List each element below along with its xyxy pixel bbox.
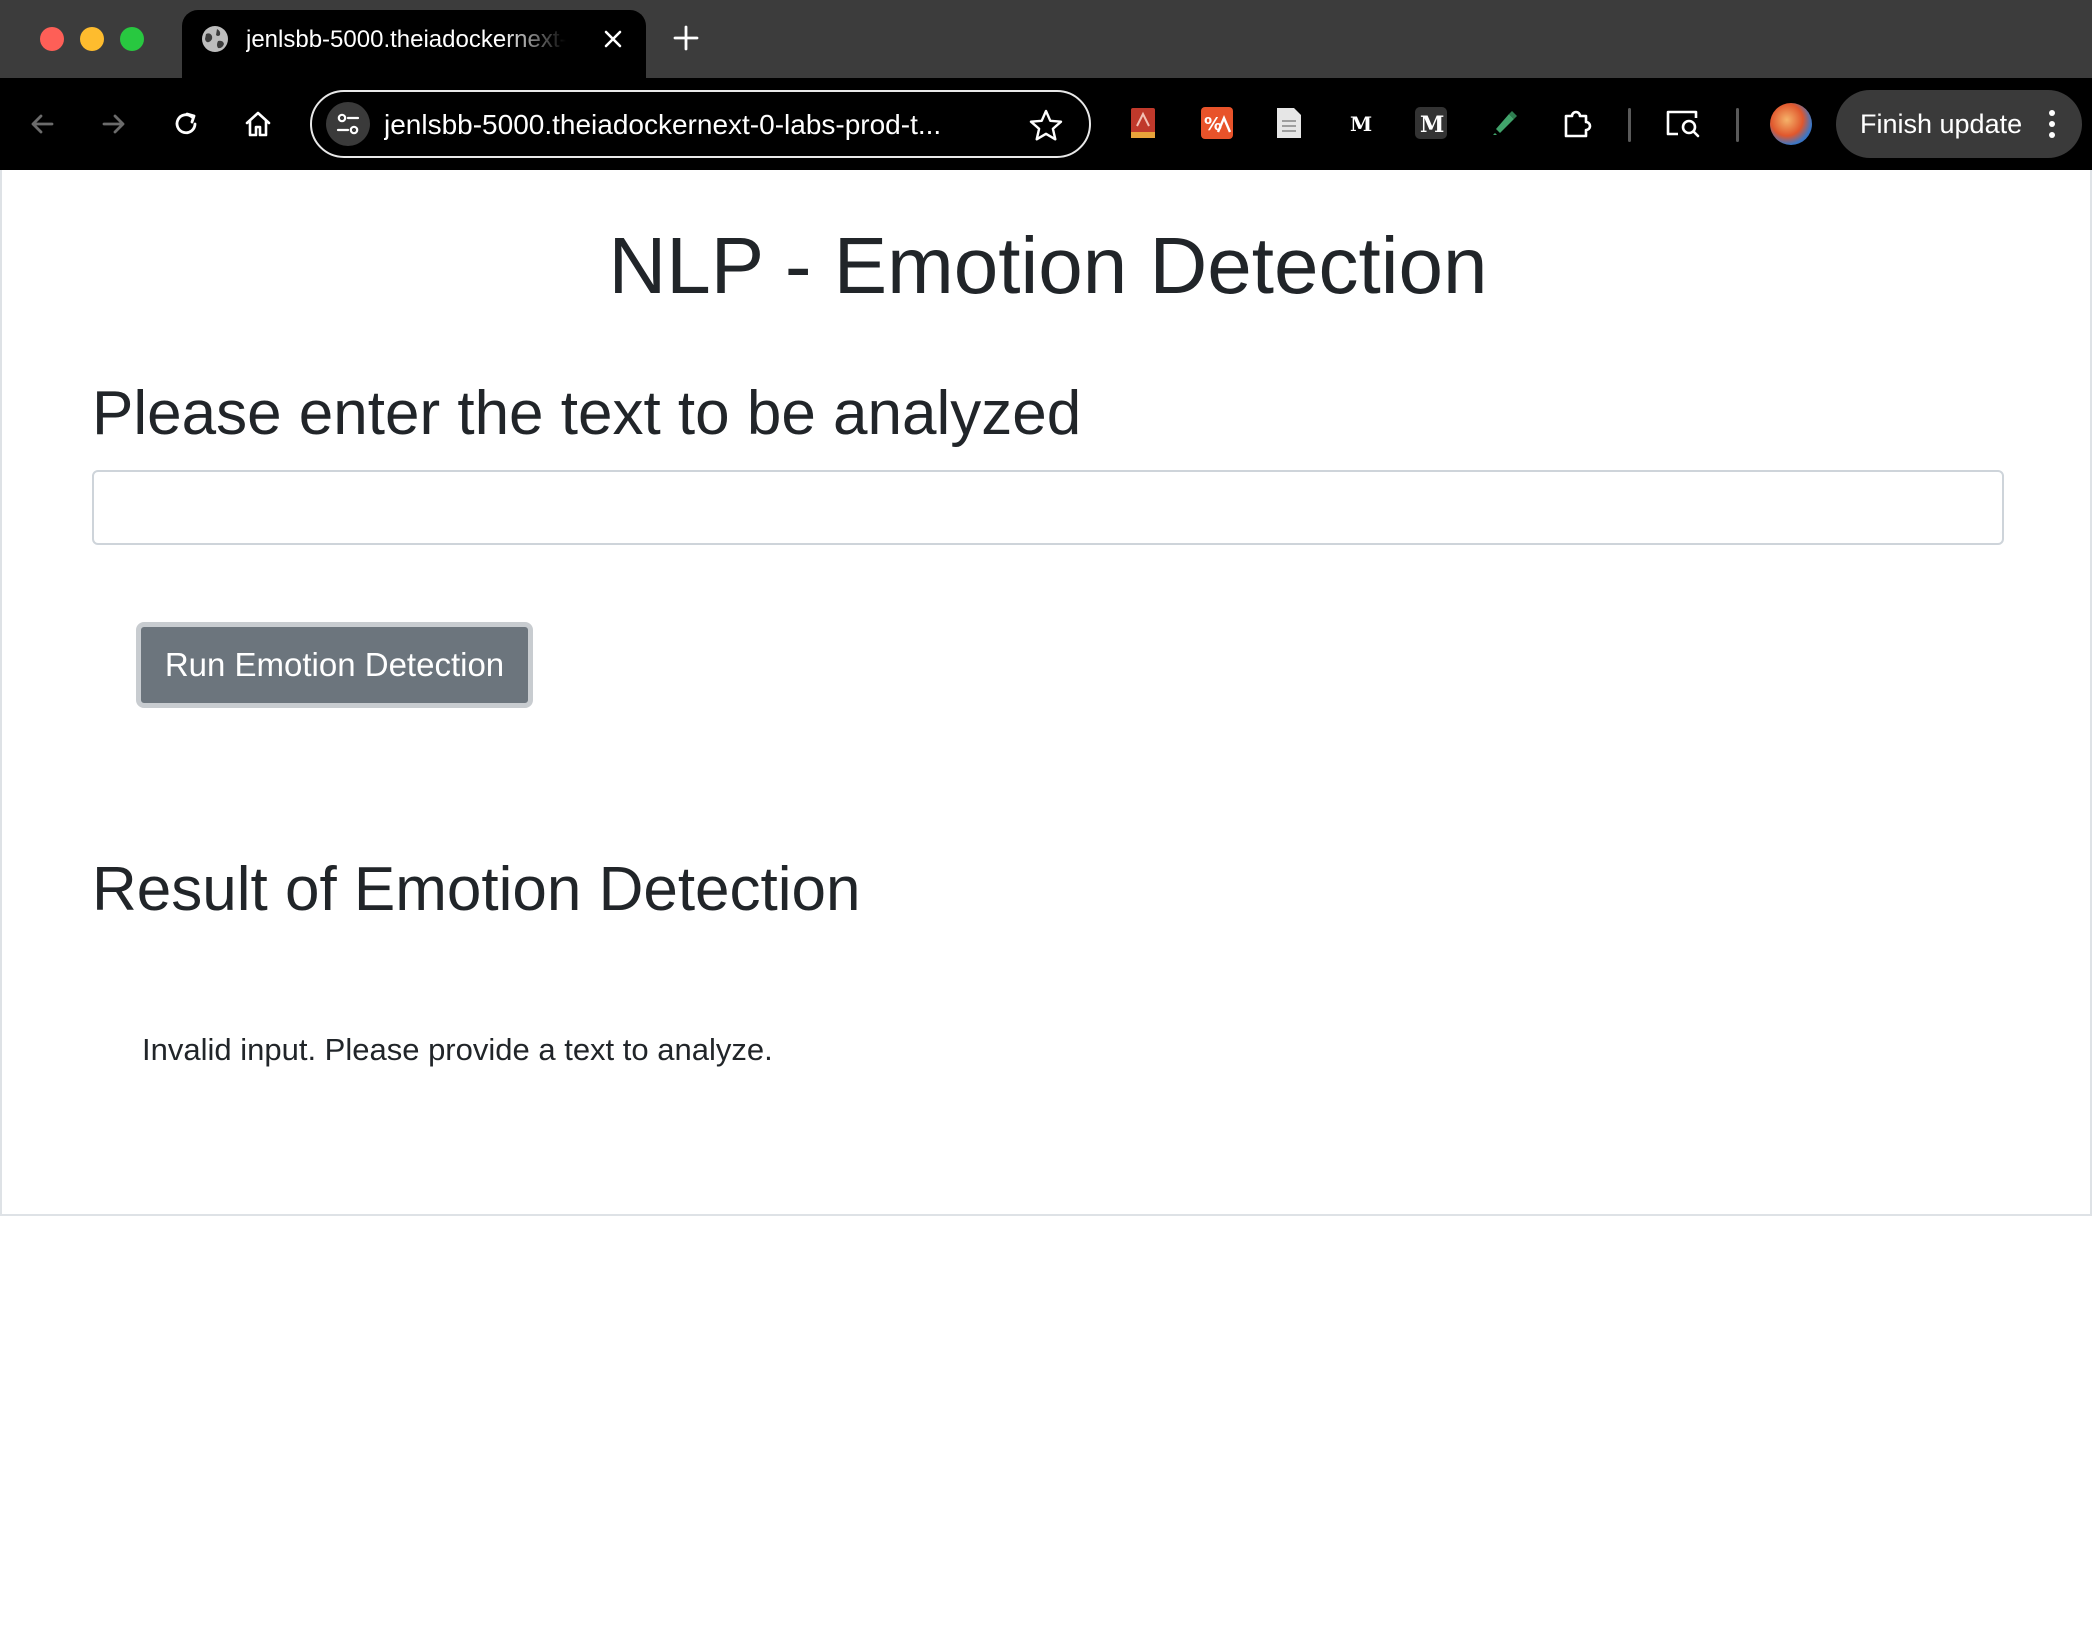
run-emotion-detection-button[interactable]: Run Emotion Detection	[136, 622, 533, 708]
forward-arrow-icon	[102, 114, 125, 134]
tune-icon	[336, 113, 360, 135]
svg-text:M: M	[1420, 112, 1444, 138]
pdf-extension-icon[interactable]	[1124, 104, 1162, 142]
browser-toolbar: jenlsbb-5000.theiadockernext-0-labs-prod…	[0, 78, 2092, 170]
close-tab-icon[interactable]	[598, 24, 628, 54]
address-bar[interactable]: jenlsbb-5000.theiadockernext-0-labs-prod…	[310, 90, 1091, 158]
svg-text:M: M	[1350, 112, 1372, 136]
text-to-analyze-input[interactable]	[92, 470, 2004, 545]
page-viewport: NLP - Emotion Detection Please enter the…	[0, 170, 2092, 1634]
page-title: NLP - Emotion Detection	[608, 221, 1488, 310]
browser-tab-strip: jenlsbb-5000.theiadockernext-0-labs-prod…	[0, 0, 2092, 78]
profile-avatar[interactable]	[1770, 103, 1812, 145]
highlighter-extension-icon[interactable]	[1484, 104, 1522, 142]
finish-update-label: Finish update	[1860, 109, 2023, 139]
input-prompt-heading: Please enter the text to be analyzed	[92, 379, 1082, 448]
reload-icon	[175, 112, 197, 135]
document-extension-icon[interactable]	[1270, 104, 1308, 142]
home-icon	[245, 111, 271, 137]
back-button[interactable]	[20, 102, 64, 146]
toolbar-divider	[1628, 108, 1631, 142]
back-arrow-icon	[31, 114, 54, 134]
new-tab-plus-icon[interactable]	[668, 20, 704, 56]
medium-extension-icon[interactable]: M	[1342, 104, 1380, 142]
globe-icon	[202, 26, 228, 52]
forward-button[interactable]	[92, 102, 136, 146]
result-message: Invalid input. Please provide a text to …	[142, 1032, 773, 1067]
tab-title: jenlsbb-5000.theiadockernext-0-labs-prod…	[246, 26, 566, 53]
finish-update-button[interactable]: Finish update	[1836, 90, 2082, 158]
toolbar-divider	[1736, 108, 1739, 142]
translate-extension-icon[interactable]: %	[1198, 104, 1236, 142]
reload-button[interactable]	[164, 102, 208, 146]
page-container: NLP - Emotion Detection Please enter the…	[0, 170, 2092, 1216]
reading-mode-icon[interactable]	[1664, 104, 1702, 142]
browser-tab-active[interactable]: jenlsbb-5000.theiadockernext-0-labs-prod…	[182, 10, 646, 78]
bookmark-star-icon[interactable]	[1026, 106, 1066, 146]
url-text[interactable]: jenlsbb-5000.theiadockernext-0-labs-prod…	[384, 106, 1004, 144]
window-close-button[interactable]	[40, 27, 64, 51]
site-info-button[interactable]	[326, 102, 370, 146]
puzzle-extensions-icon[interactable]	[1558, 104, 1596, 142]
window-maximize-button[interactable]	[120, 27, 144, 51]
result-heading: Result of Emotion Detection	[92, 855, 861, 924]
kebab-menu-icon[interactable]	[2042, 106, 2062, 142]
window-minimize-button[interactable]	[80, 27, 104, 51]
home-button[interactable]	[236, 102, 280, 146]
medium-dark-extension-icon[interactable]: M	[1412, 104, 1450, 142]
